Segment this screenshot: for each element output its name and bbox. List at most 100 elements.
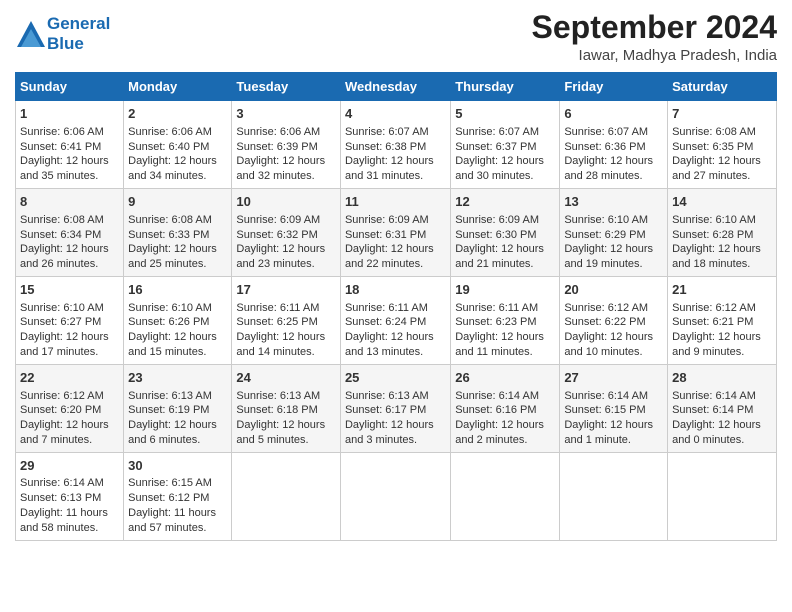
cell-line: Daylight: 12 hours — [455, 154, 555, 169]
cell-line: and 28 minutes. — [564, 169, 663, 184]
cell-line: Daylight: 12 hours — [345, 330, 446, 345]
calendar-cell: 8Sunrise: 6:08 AMSunset: 6:34 PMDaylight… — [16, 189, 124, 277]
cell-line: and 3 minutes. — [345, 433, 446, 448]
day-number: 21 — [672, 281, 772, 299]
day-number: 6 — [564, 105, 663, 123]
cell-line: Daylight: 12 hours — [672, 418, 772, 433]
calendar-cell — [560, 452, 668, 540]
calendar-cell: 11Sunrise: 6:09 AMSunset: 6:31 PMDayligh… — [340, 189, 450, 277]
cell-line: Sunset: 6:23 PM — [455, 315, 555, 330]
cell-line: and 7 minutes. — [20, 433, 119, 448]
cell-line: and 10 minutes. — [564, 345, 663, 360]
calendar-cell: 27Sunrise: 6:14 AMSunset: 6:15 PMDayligh… — [560, 364, 668, 452]
calendar-cell: 17Sunrise: 6:11 AMSunset: 6:25 PMDayligh… — [232, 277, 341, 365]
calendar-cell: 10Sunrise: 6:09 AMSunset: 6:32 PMDayligh… — [232, 189, 341, 277]
cell-line: Daylight: 11 hours — [128, 506, 227, 521]
day-number: 11 — [345, 193, 446, 211]
cell-line: Daylight: 12 hours — [128, 330, 227, 345]
day-number: 20 — [564, 281, 663, 299]
cell-line: and 11 minutes. — [455, 345, 555, 360]
week-row-1: 1Sunrise: 6:06 AMSunset: 6:41 PMDaylight… — [16, 101, 777, 189]
cell-line: Sunrise: 6:08 AM — [672, 125, 772, 140]
cell-line: Daylight: 12 hours — [128, 154, 227, 169]
cell-line: and 23 minutes. — [236, 257, 336, 272]
day-number: 3 — [236, 105, 336, 123]
cell-line: Sunset: 6:24 PM — [345, 315, 446, 330]
day-number: 16 — [128, 281, 227, 299]
calendar-cell: 1Sunrise: 6:06 AMSunset: 6:41 PMDaylight… — [16, 101, 124, 189]
cell-line: Sunrise: 6:11 AM — [455, 301, 555, 316]
cell-line: Sunset: 6:27 PM — [20, 315, 119, 330]
day-header-thursday: Thursday — [451, 73, 560, 101]
cell-line: and 19 minutes. — [564, 257, 663, 272]
cell-line: Sunset: 6:28 PM — [672, 228, 772, 243]
week-row-2: 8Sunrise: 6:08 AMSunset: 6:34 PMDaylight… — [16, 189, 777, 277]
cell-line: Sunrise: 6:12 AM — [564, 301, 663, 316]
cell-line: Daylight: 12 hours — [455, 242, 555, 257]
day-number: 22 — [20, 369, 119, 387]
cell-line: Sunrise: 6:14 AM — [564, 389, 663, 404]
cell-line: Sunrise: 6:11 AM — [236, 301, 336, 316]
title-block: September 2024 Iawar, Madhya Pradesh, In… — [532, 10, 777, 64]
day-header-tuesday: Tuesday — [232, 73, 341, 101]
day-number: 30 — [128, 457, 227, 475]
location: Iawar, Madhya Pradesh, India — [532, 47, 777, 64]
month-title: September 2024 — [532, 10, 777, 45]
cell-line: and 2 minutes. — [455, 433, 555, 448]
cell-line: and 57 minutes. — [128, 521, 227, 536]
cell-line: Sunrise: 6:10 AM — [672, 213, 772, 228]
calendar-cell: 6Sunrise: 6:07 AMSunset: 6:36 PMDaylight… — [560, 101, 668, 189]
cell-line: and 30 minutes. — [455, 169, 555, 184]
cell-line: Sunset: 6:25 PM — [236, 315, 336, 330]
cell-line: Daylight: 12 hours — [345, 418, 446, 433]
cell-line: Sunrise: 6:15 AM — [128, 476, 227, 491]
day-number: 13 — [564, 193, 663, 211]
calendar-cell: 12Sunrise: 6:09 AMSunset: 6:30 PMDayligh… — [451, 189, 560, 277]
cell-line: Sunrise: 6:06 AM — [128, 125, 227, 140]
cell-line: Sunset: 6:20 PM — [20, 403, 119, 418]
calendar-cell: 13Sunrise: 6:10 AMSunset: 6:29 PMDayligh… — [560, 189, 668, 277]
day-header-saturday: Saturday — [668, 73, 777, 101]
day-number: 15 — [20, 281, 119, 299]
day-number: 9 — [128, 193, 227, 211]
cell-line: and 25 minutes. — [128, 257, 227, 272]
cell-line: Sunrise: 6:10 AM — [128, 301, 227, 316]
calendar-cell: 24Sunrise: 6:13 AMSunset: 6:18 PMDayligh… — [232, 364, 341, 452]
cell-line: Sunset: 6:26 PM — [128, 315, 227, 330]
cell-line: Sunset: 6:39 PM — [236, 140, 336, 155]
cell-line: Sunset: 6:17 PM — [345, 403, 446, 418]
cell-line: Sunrise: 6:08 AM — [128, 213, 227, 228]
calendar-cell: 16 Sunrise: 6:10 AMSunset: 6:26 PMDayligh… — [124, 277, 232, 365]
cell-line: Sunrise: 6:14 AM — [455, 389, 555, 404]
cell-line: and 34 minutes. — [128, 169, 227, 184]
cell-line: Daylight: 12 hours — [345, 154, 446, 169]
day-number: 23 — [128, 369, 227, 387]
calendar-cell: 20Sunrise: 6:12 AMSunset: 6:22 PMDayligh… — [560, 277, 668, 365]
cell-line: Sunset: 6:30 PM — [455, 228, 555, 243]
calendar-cell: 7Sunrise: 6:08 AMSunset: 6:35 PMDaylight… — [668, 101, 777, 189]
cell-line: and 21 minutes. — [455, 257, 555, 272]
calendar-cell: 9Sunrise: 6:08 AMSunset: 6:33 PMDaylight… — [124, 189, 232, 277]
cell-line: Sunset: 6:40 PM — [128, 140, 227, 155]
week-row-5: 29Sunrise: 6:14 AMSunset: 6:13 PMDayligh… — [16, 452, 777, 540]
cell-line: Sunset: 6:29 PM — [564, 228, 663, 243]
day-number: 1 — [20, 105, 119, 123]
cell-line: Daylight: 12 hours — [564, 418, 663, 433]
cell-line: Daylight: 12 hours — [128, 418, 227, 433]
cell-line: Daylight: 12 hours — [672, 242, 772, 257]
day-number: 4 — [345, 105, 446, 123]
header-row: SundayMondayTuesdayWednesdayThursdayFrid… — [16, 73, 777, 101]
cell-line: and 9 minutes. — [672, 345, 772, 360]
day-number: 24 — [236, 369, 336, 387]
cell-line: and 35 minutes. — [20, 169, 119, 184]
day-header-monday: Monday — [124, 73, 232, 101]
calendar-cell: 30Sunrise: 6:15 AMSunset: 6:12 PMDayligh… — [124, 452, 232, 540]
cell-line: and 14 minutes. — [236, 345, 336, 360]
cell-line: Sunset: 6:37 PM — [455, 140, 555, 155]
cell-line: Daylight: 12 hours — [236, 418, 336, 433]
cell-line: Sunrise: 6:13 AM — [128, 389, 227, 404]
logo-text: General Blue — [47, 14, 110, 53]
week-row-3: 15 Sunrise: 6:10 AM Sunset: 6:27 PM Dayligh… — [16, 277, 777, 365]
day-number: 5 — [455, 105, 555, 123]
cell-line: and 22 minutes. — [345, 257, 446, 272]
